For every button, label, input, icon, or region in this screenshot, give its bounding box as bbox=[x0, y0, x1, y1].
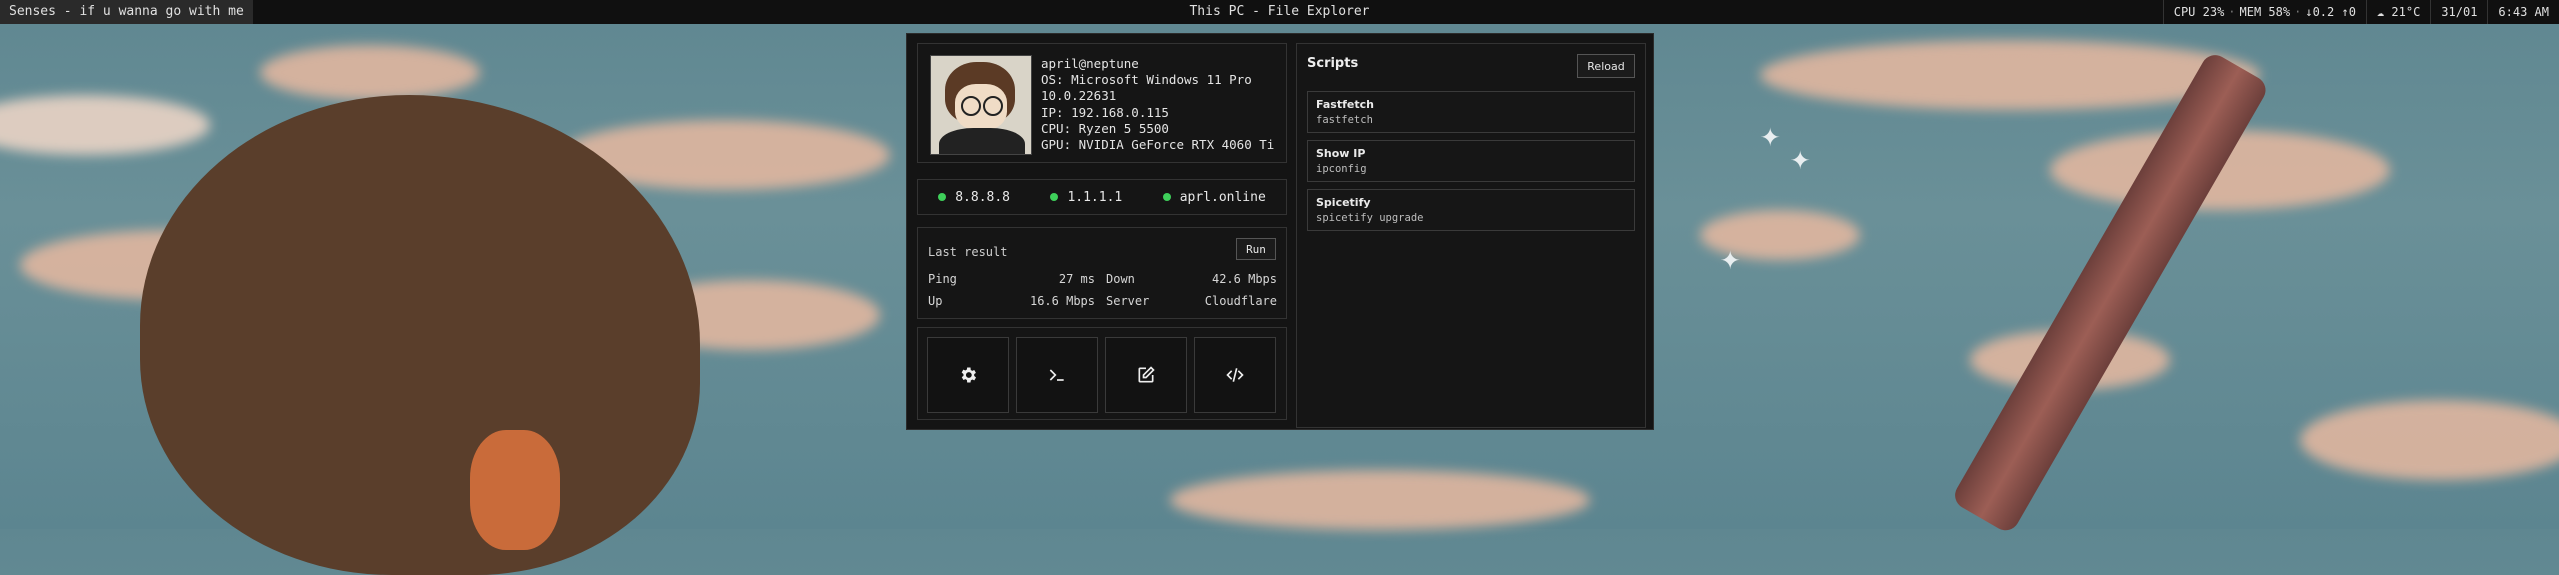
terminal-icon bbox=[1049, 369, 1064, 381]
script-item[interactable]: Show IP ipconfig bbox=[1307, 140, 1635, 182]
up-value: 16.6 Mbps bbox=[1029, 294, 1095, 308]
ping-host: 8.8.8.8 bbox=[955, 189, 1011, 205]
settings-button[interactable] bbox=[927, 337, 1009, 413]
status-dot-icon bbox=[938, 193, 947, 201]
script-name: Spicetify bbox=[1316, 196, 1371, 209]
ping-label: Ping bbox=[928, 272, 957, 286]
script-name: Fastfetch bbox=[1316, 98, 1374, 111]
run-button[interactable]: Run bbox=[1236, 238, 1276, 260]
gpu-line: GPU: NVIDIA GeForce RTX 4060 Ti bbox=[1041, 137, 1275, 153]
ping-status-card: 8.8.8.8 1.1.1.1 aprl.online bbox=[917, 179, 1287, 215]
avatar bbox=[930, 55, 1032, 155]
network-speed: ↓0.2 ↑0 bbox=[2305, 5, 2356, 19]
server-value: Cloudflare bbox=[1204, 294, 1277, 308]
ping-host: 1.1.1.1 bbox=[1067, 189, 1123, 205]
reload-button[interactable]: Reload bbox=[1577, 54, 1635, 78]
weather-widget[interactable]: ☁ 21°C bbox=[2365, 0, 2430, 24]
script-item[interactable]: Fastfetch fastfetch bbox=[1307, 91, 1635, 133]
speedtest-card: Last result Run Ping 27 ms Down 42.6 Mbp… bbox=[917, 227, 1287, 319]
down-label: Down bbox=[1106, 272, 1135, 286]
now-playing[interactable]: Senses - if u wanna go with me bbox=[0, 0, 253, 24]
status-widgets: CPU 23% · MEM 58% · ↓0.2 ↑0 ☁ 21°C 31/01 6:4… bbox=[2162, 0, 2559, 24]
speedtest-title: Last result bbox=[928, 245, 1008, 259]
os-line: OS: Microsoft Windows 11 Pro bbox=[1041, 72, 1252, 88]
temperature: 21°C bbox=[2391, 5, 2421, 19]
ping-item[interactable]: 8.8.8.8 bbox=[938, 190, 1010, 205]
script-command: fastfetch bbox=[1316, 114, 1373, 126]
ping-item[interactable]: aprl.online bbox=[1162, 189, 1266, 205]
down-value: 42.6 Mbps bbox=[1211, 272, 1277, 286]
edit-icon bbox=[1138, 366, 1155, 383]
cpu-line: CPU: Ryzen 5 5500 bbox=[1041, 120, 1169, 136]
status-dot-icon bbox=[1050, 193, 1059, 201]
scripts-title: Scripts bbox=[1307, 56, 1359, 71]
user-host: april@neptune bbox=[1041, 56, 1139, 71]
status-dot-icon bbox=[1162, 193, 1171, 201]
script-command: spicetify upgrade bbox=[1316, 212, 1424, 224]
cpu-usage: CPU 23% bbox=[2173, 5, 2225, 19]
quick-actions-card bbox=[917, 327, 1287, 420]
script-name: Show IP bbox=[1316, 147, 1366, 160]
server-label: Server bbox=[1106, 294, 1150, 308]
system-info-card: april@neptune OS: Microsoft Windows 11 Pr… bbox=[917, 43, 1287, 163]
cloud-icon: ☁ bbox=[2376, 5, 2385, 19]
script-command: ipconfig bbox=[1316, 163, 1367, 175]
terminal-button[interactable] bbox=[1016, 337, 1098, 413]
script-item[interactable]: Spicetify spicetify upgrade bbox=[1307, 189, 1635, 231]
date[interactable]: 31/01 bbox=[2430, 0, 2487, 24]
ping-value: 27 ms bbox=[1058, 272, 1095, 286]
ping-host: aprl.online bbox=[1179, 189, 1266, 205]
memory-usage: MEM 58% bbox=[2239, 5, 2291, 19]
code-button[interactable] bbox=[1194, 337, 1276, 413]
edit-button[interactable] bbox=[1105, 337, 1187, 413]
gear-icon bbox=[961, 367, 976, 383]
clock[interactable]: 6:43 AM bbox=[2487, 0, 2559, 24]
top-status-bar: Senses - if u wanna go with me This PC -… bbox=[0, 0, 2559, 24]
up-label: Up bbox=[928, 294, 943, 308]
ip-line: IP: 192.168.0.115 bbox=[1041, 104, 1169, 120]
system-info-text: april@neptune OS: Microsoft Windows 11 Pr… bbox=[1041, 56, 1274, 153]
code-icon bbox=[1226, 368, 1244, 382]
build-line: 10.0.22631 bbox=[1041, 88, 1117, 104]
system-stats[interactable]: CPU 23% · MEM 58% · ↓0.2 ↑0 bbox=[2162, 0, 2366, 24]
scripts-card: Scripts Reload Fastfetch fastfetch Show … bbox=[1296, 43, 1646, 428]
ping-item[interactable]: 1.1.1.1 bbox=[1050, 190, 1122, 205]
dashboard-panel: april@neptune OS: Microsoft Windows 11 Pr… bbox=[906, 33, 1654, 430]
